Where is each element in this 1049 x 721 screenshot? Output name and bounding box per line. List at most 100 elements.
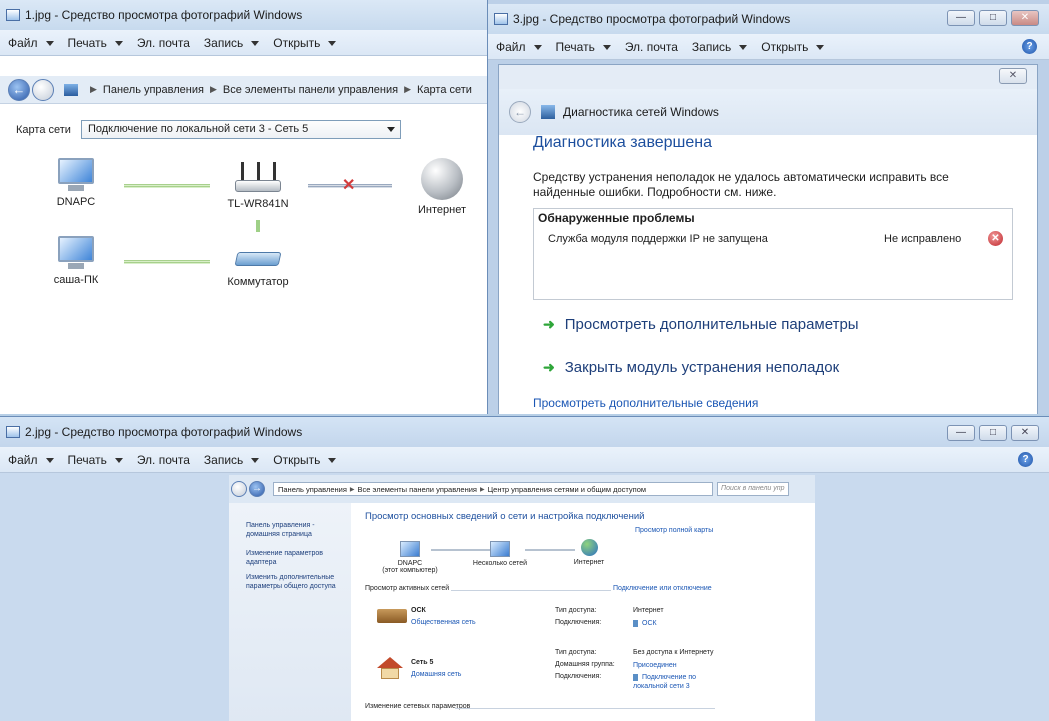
chevron-right-icon: ▶ bbox=[349, 486, 355, 493]
connections-label: Подключения: bbox=[555, 619, 602, 626]
menu-file[interactable]: Файл bbox=[496, 40, 542, 54]
menu-email[interactable]: Эл. почта bbox=[137, 453, 190, 467]
public-network-bench-icon bbox=[377, 609, 407, 623]
node-dnapc[interactable]: DNAPC bbox=[48, 158, 104, 208]
menu-burn[interactable]: Запись bbox=[204, 36, 260, 50]
sidebar-item-sharing-settings[interactable]: Изменить дополнительные параметры общего… bbox=[246, 573, 346, 591]
window-title: 2.jpg - Средство просмотра фотографий Wi… bbox=[25, 425, 303, 439]
back-button[interactable] bbox=[231, 481, 247, 497]
menu-open[interactable]: Открыть bbox=[761, 40, 825, 54]
menu-open[interactable]: Открыть bbox=[273, 453, 337, 467]
connection-line bbox=[256, 220, 260, 232]
breadcrumb-item[interactable]: Все элементы панели управления bbox=[358, 485, 477, 494]
menu-file[interactable]: Файл bbox=[8, 36, 54, 50]
menu-print[interactable]: Печать bbox=[556, 40, 611, 54]
full-map-link[interactable]: Просмотр полной карты bbox=[635, 527, 713, 534]
breadcrumb-item[interactable]: Панель управления bbox=[103, 84, 204, 96]
network-diagnostics-icon bbox=[541, 105, 555, 119]
access-type-value: Без доступа к Интернету bbox=[633, 649, 714, 656]
menu-open[interactable]: Открыть bbox=[273, 36, 337, 50]
network-type-link[interactable]: Домашняя сеть bbox=[411, 671, 461, 678]
caption-buttons: — □ ✕ bbox=[947, 10, 1039, 26]
computer-icon bbox=[400, 541, 420, 557]
title-bar[interactable]: 1.jpg - Средство просмотра фотографий Wi… bbox=[0, 0, 489, 30]
mini-node-pc[interactable]: DNAPC (этот компьютер) bbox=[379, 541, 441, 574]
menu-email[interactable]: Эл. почта bbox=[137, 36, 190, 50]
back-button[interactable]: ← bbox=[509, 101, 531, 123]
chevron-down-icon bbox=[45, 40, 54, 46]
diagnostic-message: Средству устранения неполадок не удалось… bbox=[533, 170, 949, 199]
connection-link[interactable]: Подключение по локальной сети 3 bbox=[633, 673, 713, 691]
breadcrumb: Панель управления ▶ Все элементы панели … bbox=[273, 482, 713, 496]
homegroup-label: Домашняя группа: bbox=[555, 661, 615, 668]
network-map-label: Карта сети bbox=[16, 123, 71, 136]
networks-icon bbox=[490, 541, 510, 557]
maximize-button[interactable]: □ bbox=[979, 425, 1007, 441]
problem-item[interactable]: Служба модуля поддержки IP не запущена bbox=[548, 233, 768, 245]
connection-line bbox=[124, 184, 210, 188]
sidebar-item-home[interactable]: Панель управления - домашняя страница bbox=[246, 521, 346, 539]
network-select[interactable]: Подключение по локальной сети 3 - Сеть 5 bbox=[80, 120, 401, 139]
breadcrumb-item[interactable]: Все элементы панели управления bbox=[223, 84, 398, 96]
network-map-row: Карта сети Подключение по локальной сети… bbox=[16, 120, 401, 139]
minimize-button[interactable]: — bbox=[947, 425, 975, 441]
diagnostic-heading: Диагностика завершена bbox=[533, 134, 713, 151]
network-type-link[interactable]: Общественная сеть bbox=[411, 619, 476, 626]
mini-node-internet[interactable]: Интернет bbox=[559, 539, 619, 566]
title-bar[interactable]: 2.jpg - Средство просмотра фотографий Wi… bbox=[0, 417, 1049, 447]
back-button[interactable]: ← bbox=[8, 78, 30, 101]
chevron-right-icon: ▶ bbox=[479, 486, 485, 493]
menu-bar: Файл Печать Эл. почта Запись Открыть bbox=[0, 30, 489, 56]
close-button[interactable]: ✕ bbox=[1011, 425, 1039, 441]
connection-link[interactable]: ОСК bbox=[633, 619, 657, 628]
network-center-main: Просмотр основных сведений о сети и наст… bbox=[365, 503, 815, 721]
globe-icon bbox=[580, 539, 598, 556]
sidebar-item-adapter-settings[interactable]: Изменение параметров адаптера bbox=[246, 549, 346, 567]
close-button[interactable]: ✕ bbox=[999, 68, 1027, 84]
window-title: 1.jpg - Средство просмотра фотографий Wi… bbox=[25, 8, 303, 22]
chevron-down-icon bbox=[816, 44, 825, 50]
help-icon[interactable]: ? bbox=[1022, 39, 1037, 54]
plug-icon bbox=[633, 619, 638, 627]
menu-email[interactable]: Эл. почта bbox=[625, 40, 678, 54]
photo-viewer-window-3: 3.jpg - Средство просмотра фотографий Wi… bbox=[487, 0, 1049, 414]
chevron-down-icon bbox=[533, 44, 542, 50]
search-input[interactable]: Поиск в панели упр bbox=[717, 482, 789, 496]
window-title: 3.jpg - Средство просмотра фотографий Wi… bbox=[513, 12, 791, 26]
node-internet[interactable]: Интернет bbox=[414, 158, 470, 216]
node-sasha-pc[interactable]: саша-ПК bbox=[44, 236, 108, 286]
photo-viewer-icon bbox=[494, 13, 508, 25]
dialog-header: ← Диагностика сетей Windows bbox=[499, 89, 1037, 135]
connect-disconnect-link[interactable]: Подключение или отключение bbox=[613, 585, 712, 592]
computer-icon bbox=[56, 236, 96, 270]
close-button[interactable]: ✕ bbox=[1011, 10, 1039, 26]
node-router[interactable]: TL-WR841N bbox=[222, 162, 294, 210]
breadcrumb-item[interactable]: Центр управления сетями и общим доступом bbox=[488, 485, 646, 494]
menu-print[interactable]: Печать bbox=[68, 36, 123, 50]
globe-icon bbox=[421, 158, 463, 200]
more-options-action[interactable]: ➜ Просмотреть дополнительные параметры bbox=[543, 316, 859, 333]
minimize-button[interactable]: — bbox=[947, 10, 975, 26]
breadcrumb-item[interactable]: Панель управления bbox=[278, 485, 347, 494]
chevron-down-icon bbox=[45, 457, 54, 463]
help-icon[interactable]: ? bbox=[1018, 452, 1033, 467]
mini-node-multiple-networks[interactable]: Несколько сетей bbox=[465, 541, 535, 567]
menu-print[interactable]: Печать bbox=[68, 453, 123, 467]
close-troubleshooter-action[interactable]: ➜ Закрыть модуль устранения неполадок bbox=[543, 359, 839, 376]
photo-viewer-icon bbox=[6, 9, 20, 21]
menu-burn[interactable]: Запись bbox=[692, 40, 748, 54]
forward-button[interactable] bbox=[32, 78, 54, 101]
more-details-link[interactable]: Просмотреть дополнительные сведения bbox=[533, 396, 758, 410]
chevron-right-icon: ▶ bbox=[90, 84, 97, 94]
forward-button[interactable]: → bbox=[249, 481, 265, 497]
divider bbox=[455, 708, 715, 709]
homegroup-link[interactable]: Присоединен bbox=[633, 661, 677, 670]
chevron-down-icon bbox=[114, 457, 123, 463]
breadcrumb-item[interactable]: Карта сети bbox=[417, 84, 472, 96]
node-switch[interactable]: Коммутатор bbox=[222, 246, 294, 288]
menu-burn[interactable]: Запись bbox=[204, 453, 260, 467]
active-networks-label: Просмотр активных сетей bbox=[365, 585, 450, 592]
photo-canvas: → Панель управления ▶ Все элементы панел… bbox=[229, 475, 815, 721]
menu-file[interactable]: Файл bbox=[8, 453, 54, 467]
maximize-button[interactable]: □ bbox=[979, 10, 1007, 26]
